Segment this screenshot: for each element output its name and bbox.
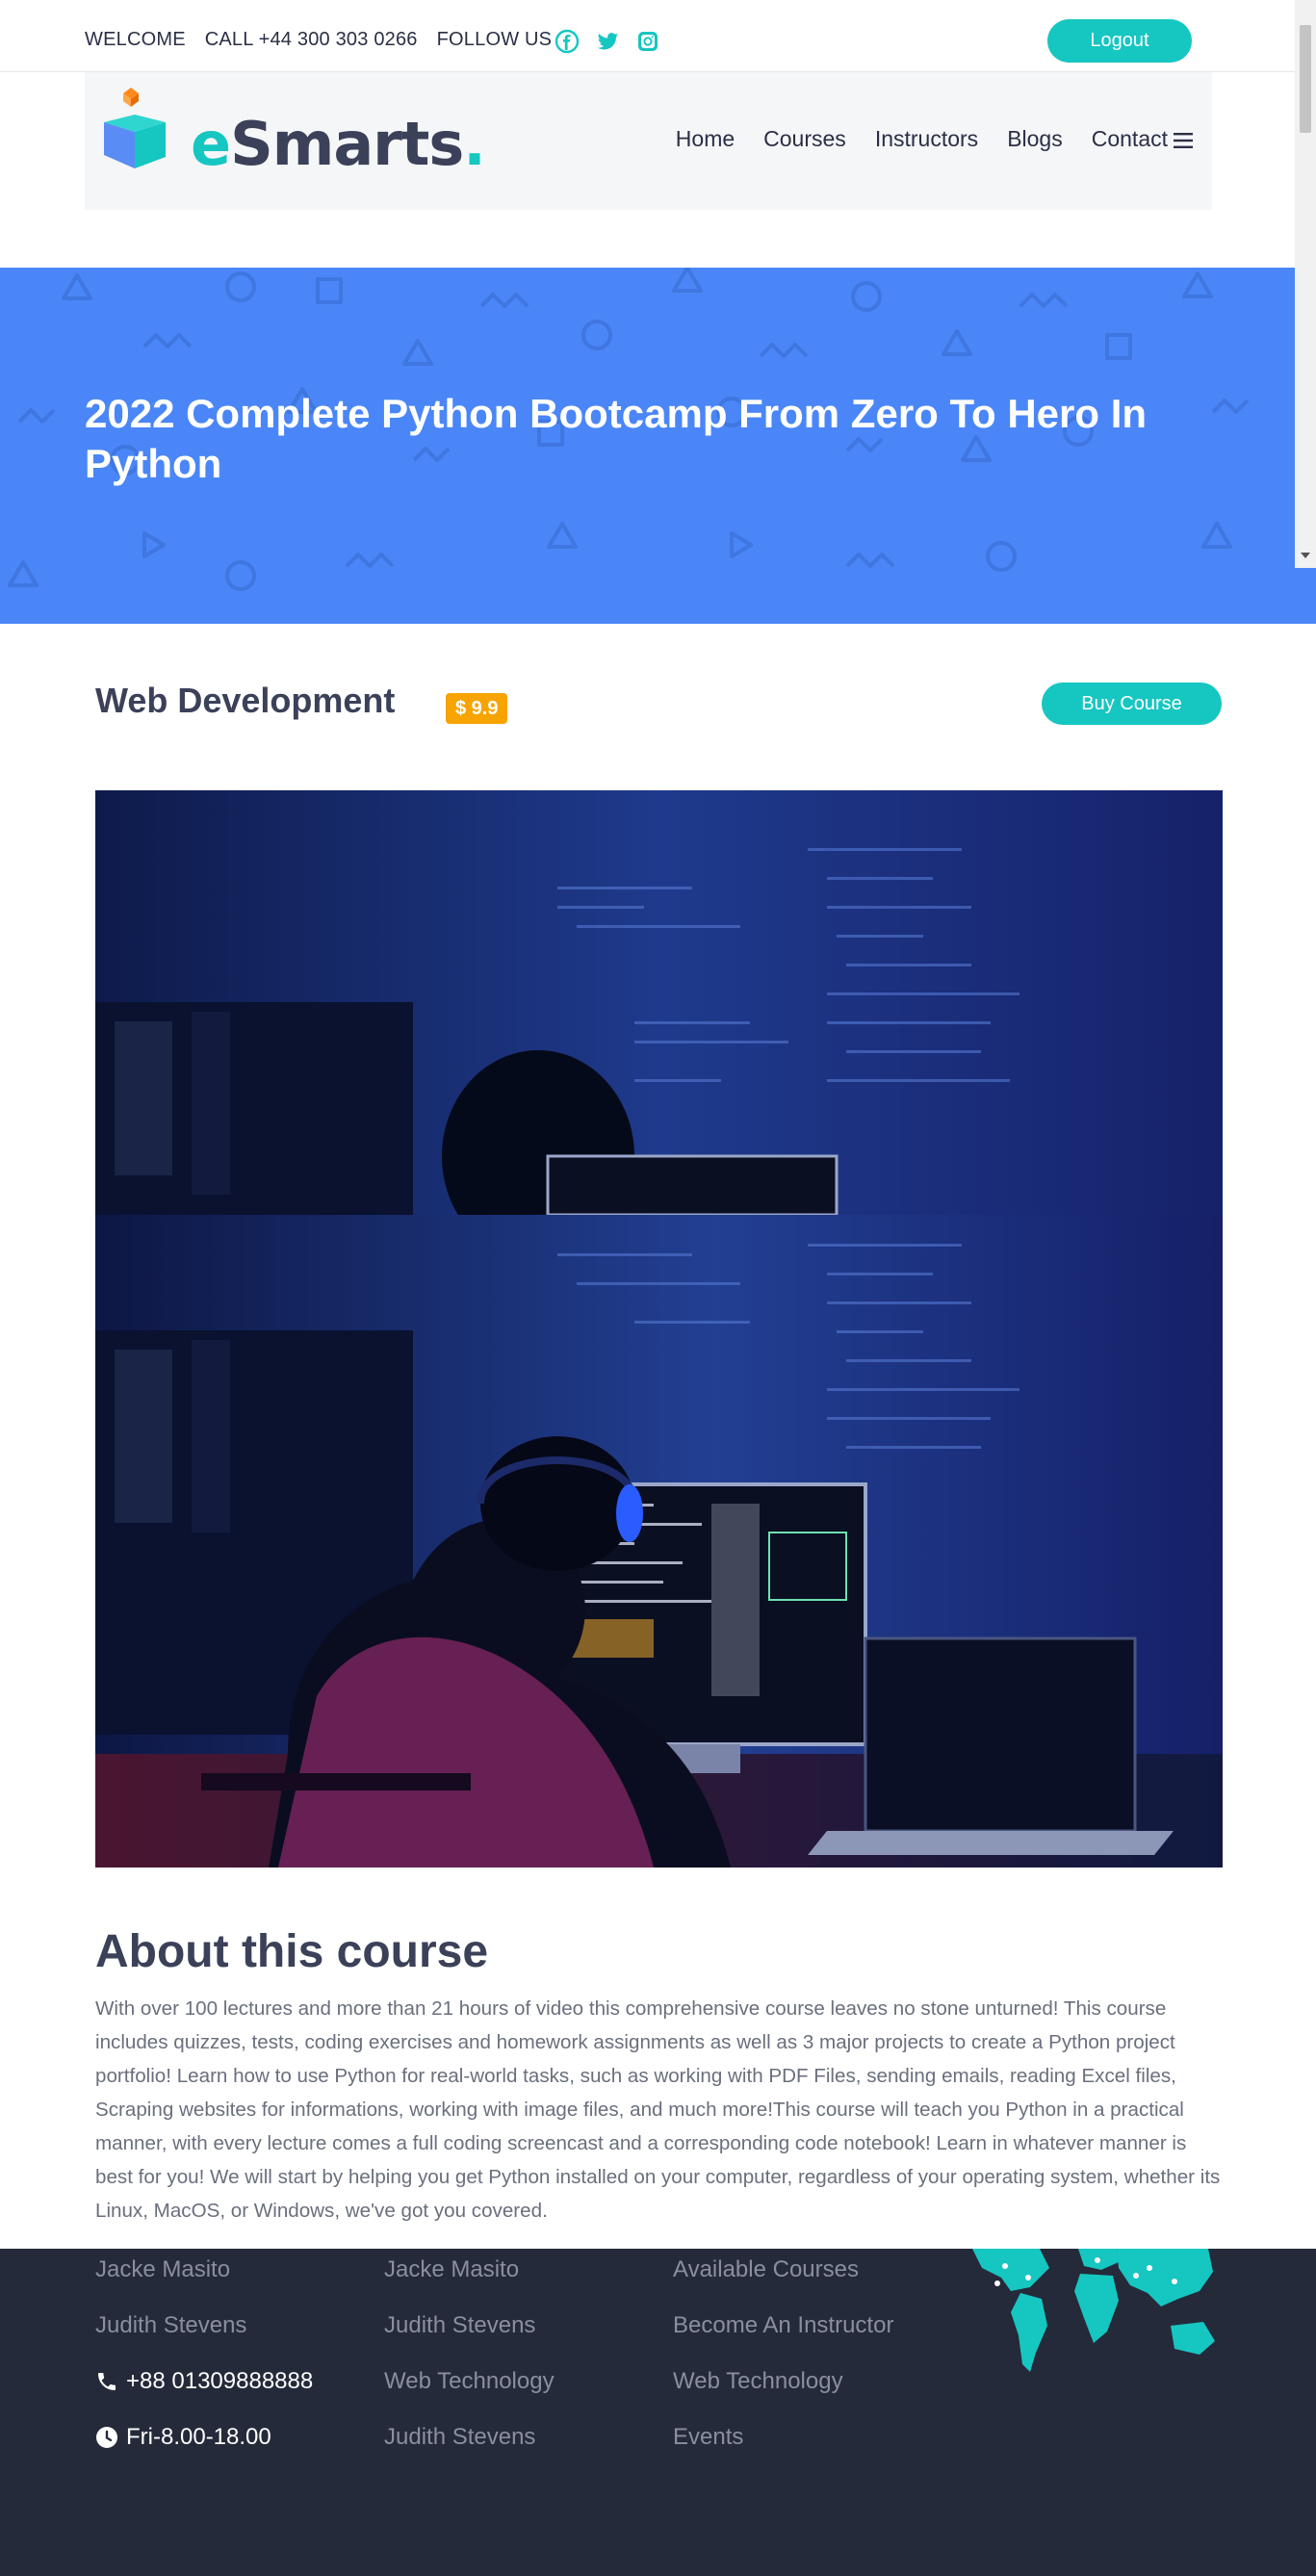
footer-link[interactable]: Events xyxy=(673,2424,893,2480)
hero-banner: 2022 Complete Python Bootcamp From Zero … xyxy=(0,268,1316,624)
welcome-link[interactable]: WELCOME xyxy=(85,29,186,51)
course-image-top xyxy=(95,790,1223,1215)
nav-courses[interactable]: Courses xyxy=(763,126,846,152)
site-logo[interactable]: eSmarts. xyxy=(98,84,486,190)
logo-cube-icon xyxy=(104,88,166,168)
scroll-down-arrow-icon[interactable] xyxy=(1301,553,1310,558)
footer-link[interactable]: Judith Stevens xyxy=(95,2312,313,2368)
footer-column-links: Jacke Masito Judith Stevens Web Technolo… xyxy=(384,2256,555,2480)
footer-link[interactable]: Web Technology xyxy=(384,2368,555,2424)
footer-link[interactable]: Web Technology xyxy=(673,2368,893,2424)
footer-link[interactable]: Judith Stevens xyxy=(384,2424,555,2480)
nav-contact[interactable]: Contact xyxy=(1092,126,1168,152)
footer-link[interactable]: Available Courses xyxy=(673,2256,893,2312)
social-links xyxy=(555,29,660,54)
top-bar: WELCOME CALL +44 300 303 0266 FOLLOW US … xyxy=(0,0,1295,72)
about-heading: About this course xyxy=(95,1926,489,1977)
phone-number: +88 01309888888 xyxy=(126,2368,314,2394)
nav-blogs[interactable]: Blogs xyxy=(1007,126,1063,152)
site-footer: Jacke Masito Judith Stevens +88 01309888… xyxy=(0,2249,1316,2576)
course-category: Web Development xyxy=(95,681,396,720)
world-map-image xyxy=(972,2249,1215,2372)
footer-phone[interactable]: +88 01309888888 xyxy=(95,2368,313,2424)
nav-instructors[interactable]: Instructors xyxy=(875,126,978,152)
twitter-icon[interactable] xyxy=(595,29,620,54)
price-badge: $ 9.9 xyxy=(446,693,508,724)
footer-link[interactable]: Become An Instructor xyxy=(673,2312,893,2368)
brand-name: eSmarts. xyxy=(191,109,486,179)
course-image-main xyxy=(95,1215,1223,1868)
instagram-icon[interactable] xyxy=(635,29,660,54)
footer-link[interactable]: Jacke Masito xyxy=(384,2256,555,2312)
phone-icon xyxy=(98,2373,116,2390)
main-header: eSmarts. Home Courses Instructors Blogs … xyxy=(85,72,1212,210)
top-links: WELCOME CALL +44 300 303 0266 FOLLOW US xyxy=(85,29,552,51)
page-scrollbar[interactable] xyxy=(1295,0,1316,568)
footer-link[interactable]: Judith Stevens xyxy=(384,2312,555,2368)
about-description: With over 100 lectures and more than 21 … xyxy=(95,1997,1221,2222)
opening-hours: Fri-8.00-18.00 xyxy=(126,2424,271,2450)
footer-hours: Fri-8.00-18.00 xyxy=(95,2424,313,2480)
footer-column-contacts: Jacke Masito Judith Stevens +88 01309888… xyxy=(95,2256,313,2480)
call-link[interactable]: CALL +44 300 303 0266 xyxy=(205,29,418,51)
scrollbar-thumb[interactable] xyxy=(1300,25,1311,133)
footer-column-resources: Available Courses Become An Instructor W… xyxy=(673,2256,893,2480)
follow-us-label: FOLLOW US xyxy=(436,29,553,50)
nav-home[interactable]: Home xyxy=(676,126,735,152)
logout-button[interactable]: Logout xyxy=(1047,19,1192,63)
main-nav: Home Courses Instructors Blogs Contact xyxy=(676,126,1168,152)
facebook-icon[interactable] xyxy=(555,29,580,54)
hamburger-icon[interactable] xyxy=(1174,132,1193,149)
clock-icon xyxy=(96,2427,117,2448)
footer-link[interactable]: Jacke Masito xyxy=(95,2256,313,2312)
course-title: 2022 Complete Python Bootcamp From Zero … xyxy=(85,391,1148,486)
buy-course-button[interactable]: Buy Course xyxy=(1042,683,1222,725)
